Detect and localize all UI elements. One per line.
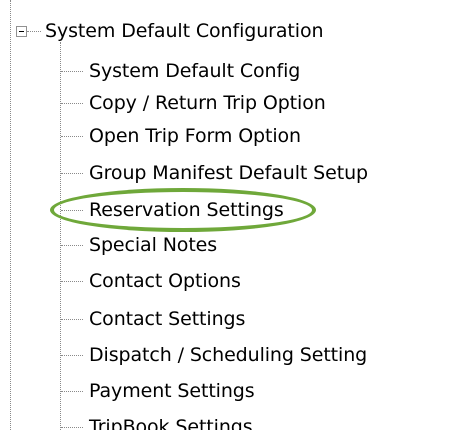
settings-tree: System Default Configuration System Defa… [0,0,450,430]
tree-node-system-default-config[interactable]: System Default Config [61,56,300,86]
tree-node-dispatch-scheduling-setting[interactable]: Dispatch / Scheduling Setting [61,340,367,370]
tree-node-reservation-settings[interactable]: Reservation Settings [61,195,284,225]
tree-node-label: Payment Settings [89,380,255,402]
tree-connector [61,390,83,392]
tree-node-payment-settings[interactable]: Payment Settings [61,376,255,406]
tree-node-contact-settings[interactable]: Contact Settings [61,304,245,334]
tree-node-label: Contact Settings [89,308,246,330]
minus-icon [19,31,24,32]
tree-connector [61,70,83,72]
tree-connector [61,244,83,246]
tree-connector [61,280,83,282]
tree-node-label: System Default Config [89,60,301,82]
tree-node-label: Reservation Settings [89,199,284,221]
tree-connector [61,172,83,174]
tree-node-label: Special Notes [89,234,218,256]
tree-node-label: TripBook Settings [89,416,253,430]
collapse-toggle-icon[interactable] [16,26,27,37]
tree-connector [61,209,83,211]
tree-connector [27,30,41,32]
tree-node-label: Copy / Return Trip Option [89,92,326,114]
tree-node-label: Open Trip Form Option [89,125,302,147]
tree-node-contact-options[interactable]: Contact Options [61,266,241,296]
tree-connector [61,102,83,104]
tree-connector [61,318,83,320]
tree-node-copy-return-trip-option[interactable]: Copy / Return Trip Option [61,88,326,118]
tree-connector [61,426,83,428]
tree-node-tripbook-settings[interactable]: TripBook Settings [61,412,253,430]
tree-node-open-trip-form-option[interactable]: Open Trip Form Option [61,121,301,151]
tree-node-label: Group Manifest Default Setup [89,162,368,184]
tree-node-label: Contact Options [89,270,241,292]
tree-connector [61,135,83,137]
tree-guide-line-outer [10,0,11,430]
tree-node-group-manifest-default-setup[interactable]: Group Manifest Default Setup [61,158,368,188]
tree-node-label: System Default Configuration [45,20,324,42]
tree-node-special-notes[interactable]: Special Notes [61,230,217,260]
tree-node-label: Dispatch / Scheduling Setting [89,344,368,366]
tree-node-system-default-configuration[interactable]: System Default Configuration [27,16,324,46]
tree-connector [61,354,83,356]
